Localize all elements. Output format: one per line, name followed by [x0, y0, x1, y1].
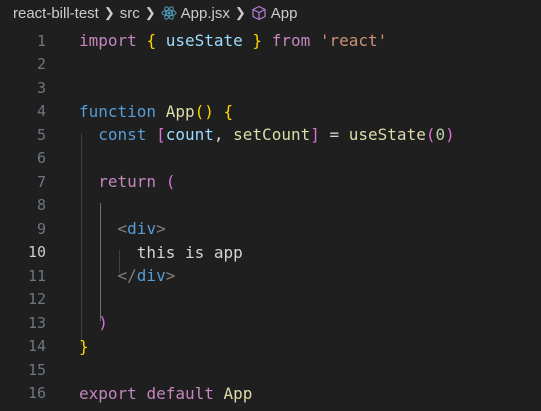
line-number: 13 [27, 313, 46, 332]
chevron-right-icon: ❯ [144, 5, 156, 20]
code-token: ] [310, 125, 320, 144]
code-line[interactable]: 5 const [count, setCount] = useState(0) [0, 123, 541, 147]
line-number: 3 [36, 78, 46, 97]
chevron-right-icon: ❯ [103, 5, 115, 20]
code-token: import [79, 31, 137, 50]
code-token: count [165, 125, 214, 144]
cube-icon [251, 5, 267, 21]
line-number: 12 [27, 290, 46, 309]
code-line[interactable]: 11 </div> [0, 264, 541, 288]
breadcrumb: react-bill-test ❯ src ❯ App.jsx ❯ App [0, 0, 541, 26]
code-line[interactable]: 14} [0, 335, 541, 359]
code-editor[interactable]: 1 import { useState } from 'react' 2 3 4 func… [0, 26, 541, 411]
code-token: { [223, 101, 234, 121]
line-number: 8 [36, 196, 46, 215]
line-number: 9 [36, 219, 46, 238]
code-text: function App() { [79, 100, 233, 124]
code-text: this is app [79, 241, 243, 265]
react-icon [161, 5, 177, 21]
code-text: </div> [79, 264, 176, 288]
code-token: function [79, 101, 157, 121]
code-token: App [165, 101, 195, 121]
code-text: export default App [79, 382, 252, 406]
breadcrumb-project[interactable]: react-bill-test [13, 5, 99, 22]
code-token: export [79, 383, 137, 403]
code-token: > [165, 266, 176, 285]
code-token: < [79, 219, 128, 238]
code-token: return [79, 172, 157, 191]
code-line[interactable]: 3 [0, 76, 541, 100]
line-number: 10 [27, 243, 46, 262]
code-line[interactable]: 13 ) [0, 311, 541, 335]
code-token: const [79, 125, 147, 144]
code-text: } [79, 335, 89, 359]
line-number: 16 [27, 384, 46, 403]
code-line[interactable]: 7 return ( [0, 170, 541, 194]
code-token: } [79, 336, 89, 356]
code-token: [ [156, 125, 166, 144]
code-token: ( [165, 172, 176, 191]
code-token: , [213, 125, 234, 144]
code-text: return ( [79, 170, 175, 194]
chevron-right-icon: ❯ [234, 5, 246, 20]
code-line[interactable]: 8 [0, 194, 541, 218]
code-line[interactable]: 9 <div> [0, 217, 541, 241]
code-line[interactable]: 16 export default App [0, 382, 541, 406]
line-number: 4 [36, 102, 46, 121]
code-token: div [127, 219, 157, 238]
code-text: <div> [79, 217, 166, 241]
line-number: 5 [36, 125, 46, 144]
code-token: div [136, 266, 166, 285]
code-line[interactable]: 10 this is app [0, 241, 541, 265]
code-line[interactable]: 2 [0, 53, 541, 77]
code-token: default [146, 383, 214, 403]
code-token: </ [79, 266, 137, 285]
breadcrumb-file[interactable]: App.jsx [181, 5, 230, 22]
code-token: setCount [233, 125, 311, 144]
breadcrumb-symbol[interactable]: App [271, 5, 298, 22]
code-line[interactable]: 12 [0, 288, 541, 312]
code-token: this is app [79, 242, 243, 262]
code-token: from [271, 31, 311, 50]
code-token: useState [156, 31, 253, 50]
code-line[interactable]: 15 [0, 358, 541, 382]
line-number: 6 [36, 149, 46, 168]
code-text: ) [79, 311, 108, 335]
code-token: 0 [435, 125, 446, 144]
code-token: ) [79, 313, 108, 332]
code-token: } [252, 31, 263, 50]
line-number: 14 [27, 337, 46, 356]
breadcrumb-folder[interactable]: src [120, 5, 140, 22]
code-token: { [146, 31, 157, 50]
code-token: 'react' [319, 31, 388, 50]
code-token: useState [348, 125, 426, 144]
line-number: 11 [27, 266, 46, 285]
line-number: 7 [36, 172, 46, 191]
code-text: import { useState } from 'react' [79, 29, 387, 53]
code-line[interactable]: 1 import { useState } from 'react' [0, 29, 541, 53]
code-token: ) [445, 125, 455, 144]
line-number: 15 [27, 360, 46, 379]
code-text: const [count, setCount] = useState(0) [79, 123, 455, 147]
line-number: 1 [36, 31, 46, 50]
code-line[interactable]: 4 function App() { [0, 100, 541, 124]
code-token: = [319, 125, 349, 144]
code-token: > [156, 219, 166, 238]
code-token: () [194, 101, 214, 121]
line-number: 2 [36, 55, 46, 74]
code-line[interactable]: 6 [0, 147, 541, 171]
code-token: App [223, 383, 253, 403]
